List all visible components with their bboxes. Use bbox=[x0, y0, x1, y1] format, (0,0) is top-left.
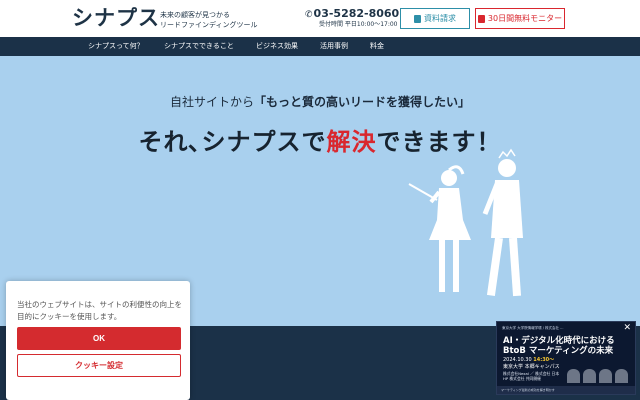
banner-venue: 東京大学 本郷キャンパス bbox=[503, 364, 560, 370]
phone-hours: 受付時間 平日10:00〜17:00 bbox=[319, 21, 398, 28]
event-banner[interactable]: 東京大学 大学院情報学環 / 株式会社 ... ✕ AI・デジタル化時代における… bbox=[496, 321, 636, 395]
nav-item-pricing[interactable]: 料金 bbox=[370, 37, 384, 56]
woman-figure bbox=[429, 165, 471, 292]
nav-item-features[interactable]: シナプスでできること bbox=[164, 37, 234, 56]
banner-title-line-2: BtoB マーケティングの未来 bbox=[503, 346, 614, 356]
global-nav: シナプスって何？ シナプスでできること ビジネス効果 活用事例 料金 bbox=[0, 37, 640, 56]
cookie-ok-button[interactable]: OK bbox=[17, 327, 181, 350]
free-trial-button[interactable]: 30日間無料モニター bbox=[475, 8, 565, 29]
site-header: シナプス 未来の顧客が見つかる リードファインディングツール ✆03-5282-… bbox=[0, 0, 640, 37]
cookie-settings-button[interactable]: クッキー設定 bbox=[17, 354, 181, 377]
banner-date: 2024.10.30 14:30〜 bbox=[503, 356, 554, 363]
site-logo[interactable]: シナプス bbox=[72, 6, 160, 30]
hero-headline: それ､シナプスで解決できます！ bbox=[0, 122, 640, 157]
site-tagline: 未来の顧客が見つかる リードファインディングツール bbox=[160, 10, 258, 30]
speaker-photo bbox=[567, 369, 580, 383]
speaker-photo bbox=[615, 369, 628, 383]
hero-illustration bbox=[408, 148, 523, 297]
user-icon bbox=[477, 14, 485, 23]
hero-sub-quote: 「もっと質の高いリードを獲得したい」 bbox=[254, 95, 471, 109]
hero-main-highlight: 解決 bbox=[326, 128, 377, 156]
banner-top-line: 東京大学 大学院情報学環 / 株式会社 ... bbox=[502, 326, 564, 330]
close-icon[interactable]: ✕ bbox=[623, 324, 631, 333]
nav-item-business-effect[interactable]: ビジネス効果 bbox=[256, 37, 298, 56]
nav-item-what-is[interactable]: シナプスって何？ bbox=[88, 37, 144, 56]
banner-organizers: 株式会社Nexal ／ 株式会社 日本HP 株式会社 共同開催 bbox=[503, 371, 560, 381]
cookie-consent-panel: 当社のウェブサイトは、サイトの利便性の向上を目的にクッキーを使用します。 OK … bbox=[6, 281, 190, 400]
tagline-line-1: 未来の顧客が見つかる bbox=[160, 11, 230, 19]
banner-footer: マーケティング最新の成功を解き明かす bbox=[497, 386, 635, 394]
phone-icon: ✆ bbox=[305, 10, 313, 20]
doc-request-label: 資料請求 bbox=[424, 14, 456, 23]
man-figure bbox=[482, 148, 523, 297]
hero-sub-prefix: 自社サイトから bbox=[169, 95, 254, 109]
nav-item-case-studies[interactable]: 活用事例 bbox=[320, 37, 348, 56]
phone-number-text: 03-5282-8060 bbox=[313, 7, 400, 20]
hero-main-prefix: それ､シナプスで bbox=[138, 128, 327, 156]
speaker-photo bbox=[599, 369, 612, 383]
document-icon bbox=[414, 14, 421, 23]
doc-request-button[interactable]: 資料請求 bbox=[400, 8, 470, 29]
phone-number[interactable]: ✆03-5282-8060 bbox=[305, 8, 399, 21]
hero-subheading: 自社サイトから「もっと質の高いリードを獲得したい」 bbox=[0, 93, 640, 110]
tagline-line-2: リードファインディングツール bbox=[160, 21, 258, 29]
free-trial-label: 30日間無料モニター bbox=[487, 14, 563, 23]
speaker-photo bbox=[583, 369, 596, 383]
cookie-message: 当社のウェブサイトは、サイトの利便性の向上を目的にクッキーを使用します。 bbox=[17, 300, 182, 321]
